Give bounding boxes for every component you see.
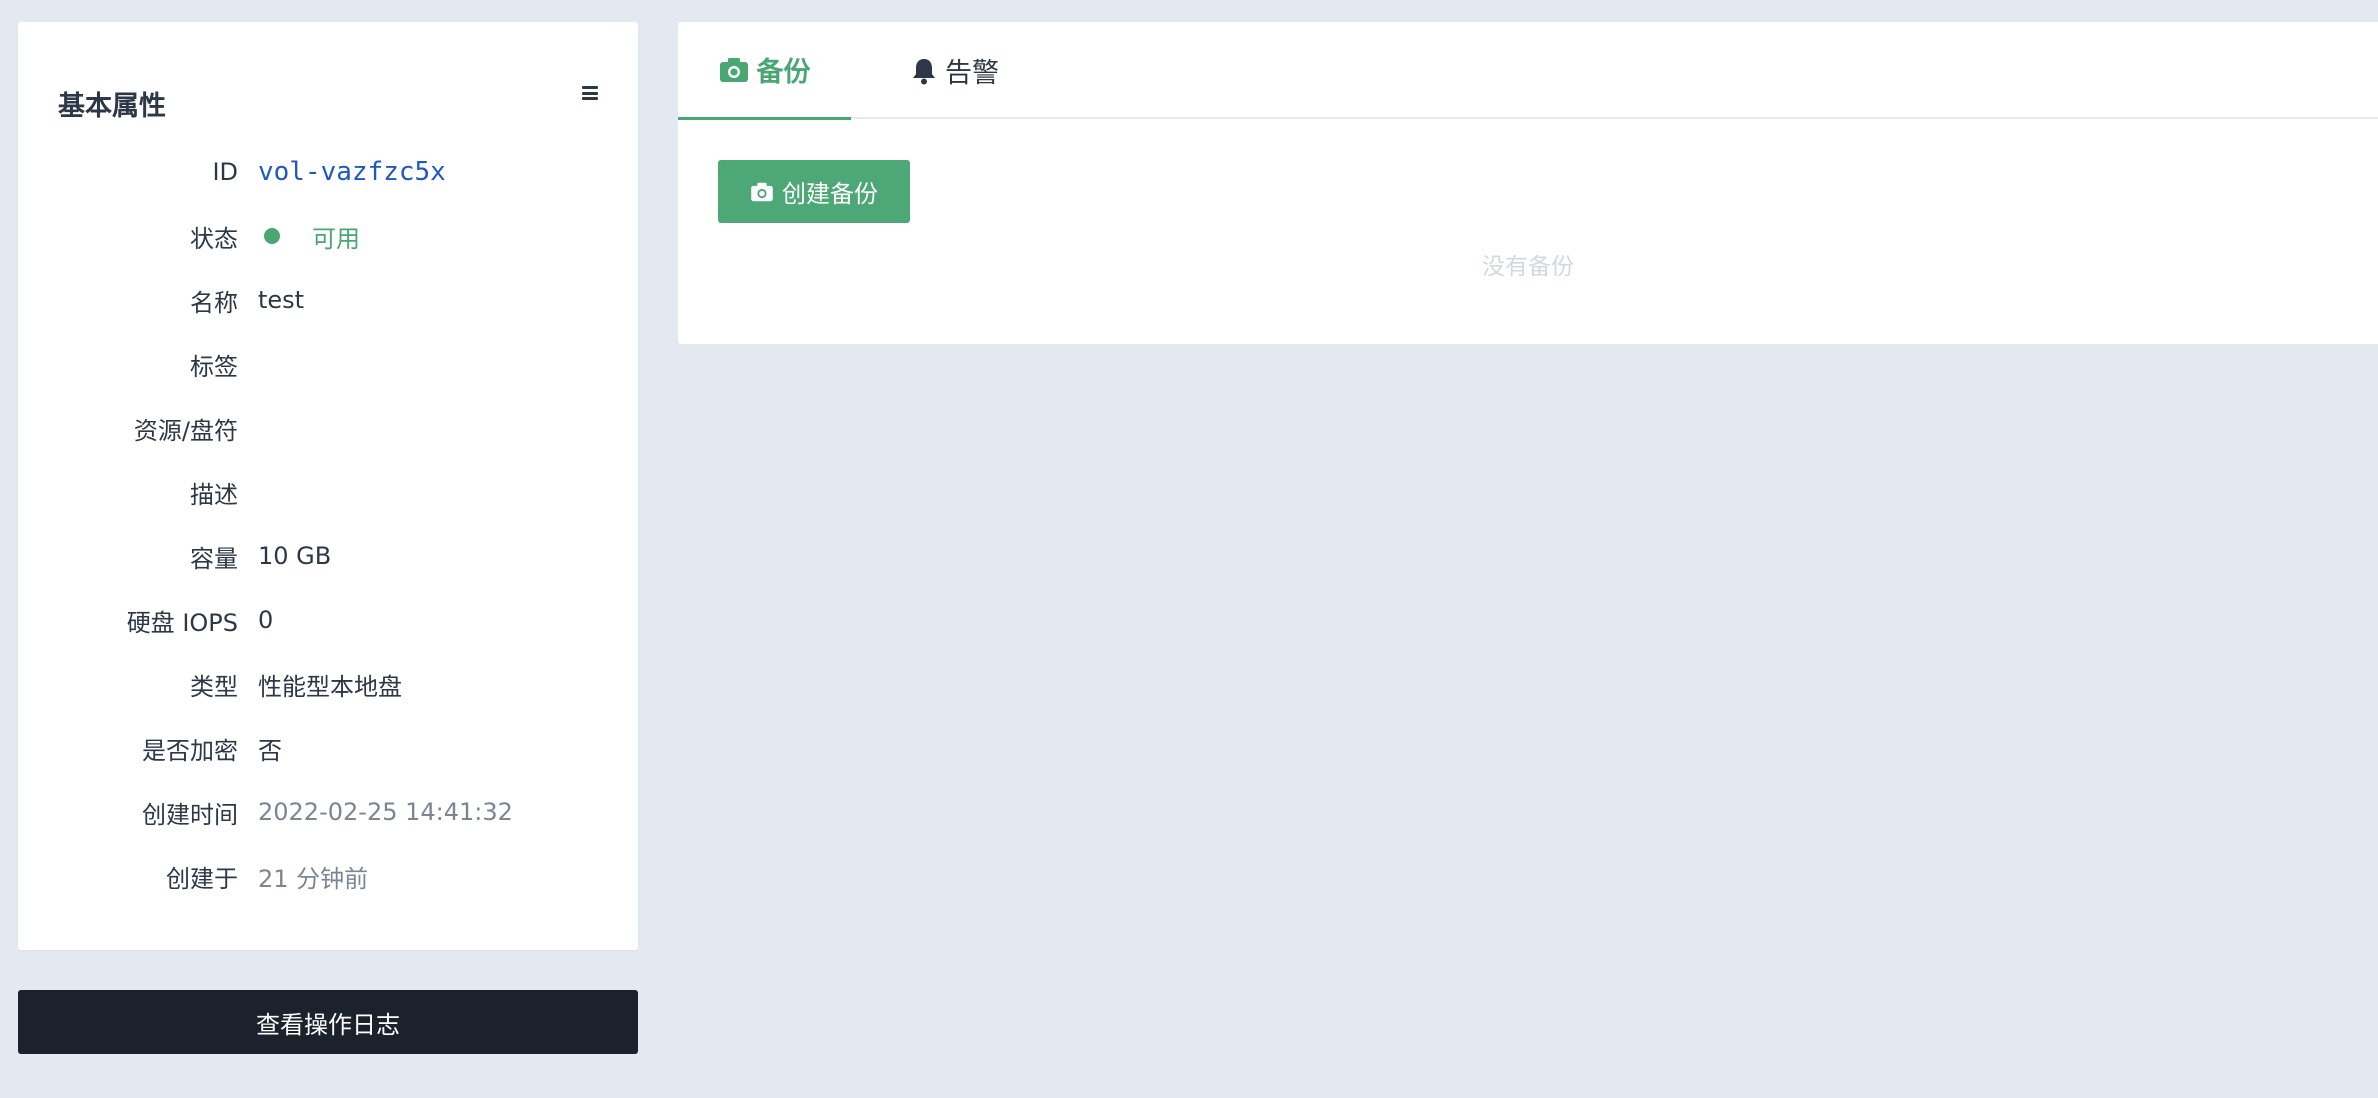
property-value: 性能型本地盘 bbox=[258, 672, 402, 701]
property-value: test bbox=[258, 286, 305, 314]
view-operation-log-button[interactable]: 查看操作日志 bbox=[18, 990, 638, 1054]
tab-label: 告警 bbox=[945, 58, 999, 89]
tab-label: 备份 bbox=[756, 57, 811, 88]
property-value: 0 bbox=[258, 606, 274, 634]
property-label: 容量 bbox=[190, 544, 238, 573]
property-label: 状态 bbox=[190, 224, 238, 253]
property-row-encrypted: 是否加密 否 bbox=[18, 728, 638, 768]
property-label: 类型 bbox=[190, 672, 238, 701]
backup-panel: 备份 告警 创建备份 没有备份 bbox=[678, 22, 2378, 344]
property-row-status: 状态 可用 bbox=[18, 216, 638, 256]
card-title: 基本属性 bbox=[58, 91, 166, 122]
status-text: 可用 bbox=[312, 224, 360, 253]
property-label: ID bbox=[212, 158, 238, 186]
property-label: 描述 bbox=[190, 480, 238, 509]
property-row-id: ID vol-vazfzc5x bbox=[18, 152, 638, 192]
property-row-capacity: 容量 10 GB bbox=[18, 536, 638, 576]
volume-id-link[interactable]: vol-vazfzc5x bbox=[258, 157, 446, 187]
camera-icon bbox=[751, 182, 773, 201]
property-label: 资源/盘符 bbox=[133, 416, 238, 445]
property-row-tags: 标签 bbox=[18, 344, 638, 384]
property-row-created-time: 创建时间 2022-02-25 14:41:32 bbox=[18, 792, 638, 832]
property-value: 21 分钟前 bbox=[258, 864, 369, 893]
status-dot-icon bbox=[264, 228, 280, 244]
basic-properties-card: 基本属性 ID vol-vazfzc5x 状态 可用 名称 test 标签 资源… bbox=[18, 22, 638, 950]
property-row-resource: 资源/盘符 bbox=[18, 408, 638, 448]
property-label: 创建于 bbox=[166, 864, 238, 893]
property-value: 否 bbox=[258, 736, 282, 765]
property-row-created-ago: 创建于 21 分钟前 bbox=[18, 856, 638, 896]
tab-alarm[interactable]: 告警 bbox=[890, 22, 1020, 119]
status-value: 可用 bbox=[258, 219, 360, 254]
tab-backup[interactable]: 备份 bbox=[678, 22, 851, 120]
camera-icon bbox=[719, 57, 748, 82]
property-label: 创建时间 bbox=[142, 800, 238, 829]
property-value: 10 GB bbox=[258, 542, 332, 570]
bell-icon bbox=[913, 58, 935, 84]
property-label: 名称 bbox=[190, 288, 238, 317]
empty-backup-message: 没有备份 bbox=[1482, 254, 1574, 280]
property-label: 硬盘 IOPS bbox=[126, 608, 238, 637]
tab-bar: 备份 告警 bbox=[678, 22, 2378, 120]
property-label: 是否加密 bbox=[142, 736, 238, 765]
property-row-description: 描述 bbox=[18, 472, 638, 512]
property-row-iops: 硬盘 IOPS 0 bbox=[18, 600, 638, 640]
property-row-type: 类型 性能型本地盘 bbox=[18, 664, 638, 704]
create-backup-label: 创建备份 bbox=[782, 180, 878, 208]
property-row-name: 名称 test bbox=[18, 280, 638, 320]
create-backup-button[interactable]: 创建备份 bbox=[718, 160, 910, 223]
property-value: 2022-02-25 14:41:32 bbox=[258, 798, 513, 826]
property-label: 标签 bbox=[190, 352, 238, 381]
hamburger-icon[interactable] bbox=[582, 86, 598, 100]
